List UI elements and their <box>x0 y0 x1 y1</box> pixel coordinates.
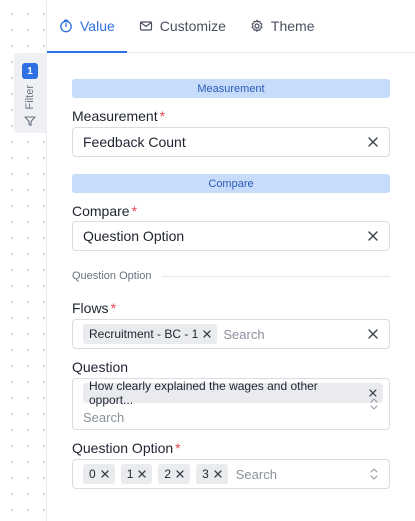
question-chip: How clearly explained the wages and othe… <box>83 379 383 407</box>
chevron-updown-icon[interactable] <box>369 397 379 411</box>
option-chip: 1 <box>120 464 153 484</box>
flows-multiselect[interactable]: Recruitment - BC - 1 Search <box>72 319 390 349</box>
compare-label: Compare * <box>72 203 137 219</box>
required-mark: * <box>110 300 117 316</box>
question-label: Question <box>72 359 128 375</box>
tab-value-label: Value <box>80 18 115 34</box>
tab-theme[interactable]: Theme <box>238 0 327 52</box>
remove-chip-icon[interactable] <box>101 470 109 478</box>
question-label-text: Question <box>72 359 129 375</box>
question-option-group-divider: Question Option <box>72 268 390 284</box>
tab-customize[interactable]: Customize <box>127 0 238 52</box>
filter-rail[interactable]: 1 Filter <box>14 53 46 133</box>
remove-chip-icon[interactable] <box>214 470 222 478</box>
gear-icon <box>251 19 263 32</box>
option-chip: 0 <box>83 464 115 484</box>
option-chip-label: 2 <box>164 467 172 481</box>
filter-count-badge: 1 <box>22 63 38 79</box>
funnel-icon <box>24 116 36 127</box>
timer-icon <box>60 19 72 33</box>
compare-value: Question Option <box>83 228 185 244</box>
flows-label-text: Flows <box>72 300 109 316</box>
clear-icon[interactable] <box>367 136 379 148</box>
question-search-input[interactable]: Search <box>83 410 124 425</box>
remove-chip-icon[interactable] <box>176 470 184 478</box>
tab-value[interactable]: Value <box>47 0 127 53</box>
question-option-chip-row: 0 1 2 3 Search <box>83 460 277 488</box>
flows-chip-row: Recruitment - BC - 1 Search <box>83 320 265 348</box>
question-multiselect[interactable]: How clearly explained the wages and othe… <box>72 378 390 430</box>
clear-icon[interactable] <box>367 328 379 340</box>
measurement-label: Measurement * <box>72 108 165 124</box>
clear-icon[interactable] <box>367 230 379 242</box>
compare-select[interactable]: Question Option <box>72 221 390 251</box>
tab-customize-label: Customize <box>159 18 226 34</box>
remove-chip-icon[interactable] <box>369 389 377 397</box>
option-chip-label: 0 <box>89 467 96 481</box>
question-option-multiselect[interactable]: 0 1 2 3 Search <box>72 459 390 489</box>
flows-label: Flows * <box>72 300 116 316</box>
question-option-label-text: Question Option <box>72 440 174 456</box>
flow-chip: Recruitment - BC - 1 <box>83 324 218 344</box>
required-mark: * <box>131 203 138 219</box>
remove-chip-icon[interactable] <box>203 330 212 338</box>
flows-search-input[interactable]: Search <box>223 327 264 342</box>
compare-section-header: Compare <box>72 174 390 193</box>
question-chip-label: How clearly explained the wages and othe… <box>89 379 318 407</box>
tab-bar: Value Customize Theme <box>47 0 415 53</box>
filter-label: Filter <box>24 85 36 110</box>
question-option-label: Question Option * <box>72 440 181 456</box>
option-chip: 2 <box>158 464 191 484</box>
compare-label-text: Compare <box>72 203 130 219</box>
chevron-updown-icon[interactable] <box>369 467 379 481</box>
measurement-section-header: Measurement <box>72 79 390 98</box>
question-option-group-title: Question Option <box>72 270 152 282</box>
question-option-search-input[interactable]: Search <box>236 467 277 482</box>
option-chip-label: 1 <box>126 467 134 481</box>
remove-chip-icon[interactable] <box>138 470 147 478</box>
tab-theme-label: Theme <box>270 18 315 34</box>
mail-icon <box>139 21 152 31</box>
required-mark: * <box>175 440 181 456</box>
measurement-label-text: Measurement <box>72 108 158 124</box>
flow-chip-label: Recruitment - BC - 1 <box>89 327 199 341</box>
settings-panel: Value Customize Theme Measurement Measur… <box>46 0 415 521</box>
divider-line <box>161 275 390 277</box>
measurement-select[interactable]: Feedback Count <box>72 127 390 157</box>
option-chip: 3 <box>196 464 228 484</box>
measurement-value: Feedback Count <box>83 134 186 150</box>
option-chip-label: 3 <box>202 467 209 481</box>
required-mark: * <box>159 108 166 124</box>
